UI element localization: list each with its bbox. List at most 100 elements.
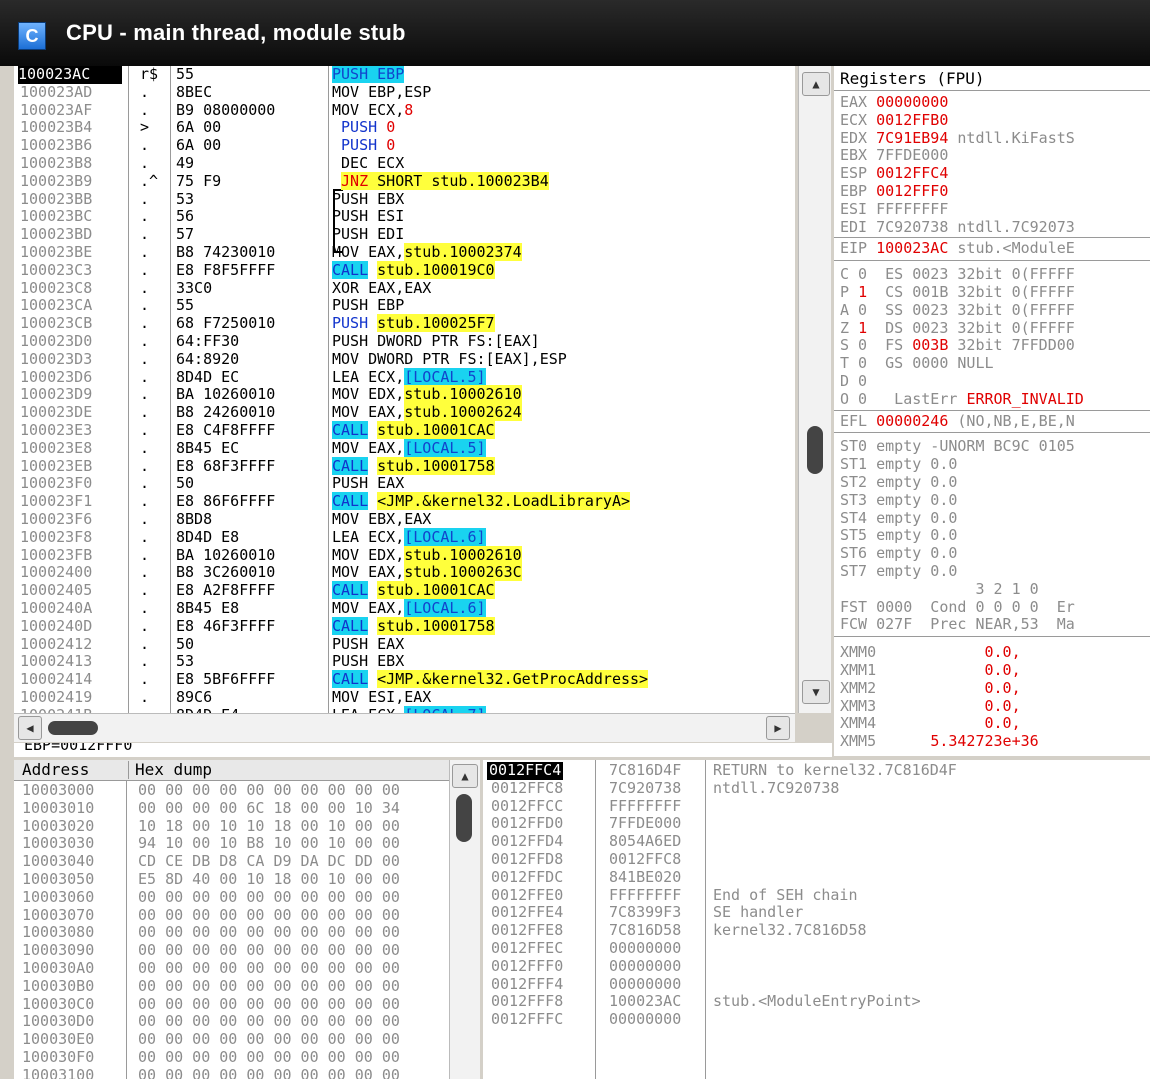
dump-scroll-thumb[interactable] xyxy=(456,794,472,842)
dump-row[interactable]: 10003090 00 00 00 00 00 00 00 00 00 00 xyxy=(14,941,449,960)
xmm-line[interactable]: XMM3 0.0, xyxy=(840,697,1021,716)
dump-row[interactable]: 100030C0 00 00 00 00 00 00 00 00 00 00 xyxy=(14,995,449,1014)
stack-row[interactable]: 0012FFDC 841BE020 xyxy=(483,868,1150,887)
disasm-row[interactable]: 100023BD. 57 PUSH EDI xyxy=(14,225,795,244)
disasm-row[interactable]: 100023F0. 50 PUSH EAX xyxy=(14,474,795,493)
fpu-line[interactable]: ST4 empty 0.0 xyxy=(840,509,957,528)
flag-line[interactable]: S 0 FS 003B 32bit 7FFDD00 xyxy=(840,336,1075,355)
register-line[interactable]: ECX 0012FFB0 xyxy=(840,111,948,130)
register-line[interactable]: EDI 7C920738 ntdll.7C92073 xyxy=(840,218,1075,237)
stack-row[interactable]: 0012FFF8 100023AC stub.<ModuleEntryPoint> xyxy=(483,993,1150,1011)
disasm-row[interactable]: 10002412. 50 PUSH EAX xyxy=(14,635,795,654)
scroll-down-arrow-icon[interactable]: ▼ xyxy=(802,680,830,704)
fpu-line[interactable]: ST3 empty 0.0 xyxy=(840,491,957,510)
dump-row[interactable]: 10003080 00 00 00 00 00 00 00 00 00 00 xyxy=(14,924,449,942)
register-line[interactable]: ESI FFFFFFFF xyxy=(840,200,948,219)
disasm-row[interactable]: 100023AC r$ 55 PUSH EBP xyxy=(14,66,795,84)
dump-row[interactable]: 100030F0 00 00 00 00 00 00 00 00 00 00 xyxy=(14,1048,449,1067)
xmm-line[interactable]: XMM5 5.342723e+36 xyxy=(840,732,1039,751)
stack-pane[interactable]: 0012FFC4 7C816D4F RETURN to kernel32.7C816… xyxy=(483,760,1150,1079)
disasm-row[interactable]: 100023B8. 49 DEC ECX xyxy=(14,154,795,173)
dump-row[interactable]: 100030D0 00 00 00 00 00 00 00 00 00 00 xyxy=(14,1013,449,1031)
stack-row[interactable]: 0012FFD0 7FFDE000 xyxy=(483,815,1150,833)
dump-vertical-scrollbar[interactable]: ▲ xyxy=(449,760,480,1079)
disasm-row[interactable]: 1000240D. E8 46F3FFFF CALL stub.10001758 xyxy=(14,616,795,636)
fpu-line[interactable]: ST1 empty 0.0 xyxy=(840,455,957,474)
disasm-row[interactable]: 100023DE. B8 24260010 MOV EAX,stub.1000262… xyxy=(14,403,795,422)
fpu-line[interactable]: ST6 empty 0.0 xyxy=(840,544,957,563)
fpu-line[interactable]: ST5 empty 0.0 xyxy=(840,526,957,545)
register-line[interactable]: EAX 00000000 xyxy=(840,93,948,112)
dump-row[interactable]: 10003040 CD CE DB D8 CA D9 DA DC DD 00 xyxy=(14,852,449,871)
stack-row[interactable]: 0012FFEC 00000000 xyxy=(483,939,1150,958)
scroll-up-arrow-icon[interactable]: ▲ xyxy=(802,72,830,96)
dump-row[interactable]: 100030A0 00 00 00 00 00 00 00 00 00 00 xyxy=(14,959,449,978)
fpu-line[interactable]: FST 0000 Cond 0 0 0 0 Er xyxy=(840,598,1075,617)
stack-row[interactable]: 0012FFCC FFFFFFFF xyxy=(483,797,1150,816)
dump-row[interactable]: 10003000 00 00 00 00 00 00 00 00 00 00 xyxy=(14,781,449,800)
disasm-row[interactable]: 10002400. B8 3C260010 MOV EAX,stub.1000263… xyxy=(14,563,795,582)
disasm-row[interactable]: 100023FB. BA 10260010 MOV EDX,stub.1000261… xyxy=(14,545,795,565)
dump-row[interactable]: 10003100 00 00 00 00 00 00 00 00 00 00 xyxy=(14,1066,449,1079)
flag-line[interactable]: D 0 xyxy=(840,372,867,391)
xmm-line[interactable]: XMM2 0.0, xyxy=(840,679,1021,698)
disasm-row[interactable]: 100023D0. 64:FF30 PUSH DWORD PTR FS:[EAX] xyxy=(14,332,795,351)
disasm-row[interactable]: 100023F8. 8D4D E8 LEA ECX,[LOCAL.6] xyxy=(14,527,795,547)
disasm-row[interactable]: 100023CB. 68 F7250010 PUSH stub.100025F7 xyxy=(14,314,795,333)
fpu-line[interactable]: FCW 027F Prec NEAR,53 Ma xyxy=(840,615,1075,634)
stack-row[interactable]: 0012FFE0 FFFFFFFF End of SEH chain xyxy=(483,886,1150,905)
register-line[interactable]: EBP 0012FFF0 xyxy=(840,182,948,201)
registers-pane[interactable]: Registers (FPU) EAX 00000000 ECX 0012FFB0… xyxy=(834,66,1150,756)
stack-row[interactable]: 0012FFE4 7C8399F3 SE handler xyxy=(483,904,1150,922)
disasm-row[interactable]: 100023D9. BA 10260010 MOV EDX,stub.1000261… xyxy=(14,385,795,404)
disasm-row[interactable]: 100023AF. B9 08000000 MOV ECX,8 xyxy=(14,101,795,120)
disasm-row[interactable]: 10002405. E8 A2F8FFFF CALL stub.10001CAC xyxy=(14,581,795,600)
stack-row[interactable]: 0012FFF4 00000000 xyxy=(483,975,1150,994)
disasm-row[interactable]: 1000240A. 8B45 E8 MOV EAX,[LOCAL.6] xyxy=(14,599,795,618)
scroll-left-arrow-icon[interactable]: ◀ xyxy=(18,716,42,740)
column-address[interactable]: Address xyxy=(22,761,89,779)
disasm-row[interactable]: 10002414. E8 5BF6FFFF CALL <JMP.&kernel32.… xyxy=(14,670,795,689)
disasm-row[interactable]: 100023D6. 8D4D EC LEA ECX,[LOCAL.5] xyxy=(14,367,795,387)
disasm-row[interactable]: 100023F6. 8BD8 MOV EBX,EAX xyxy=(14,510,795,529)
disasm-row[interactable]: 100023C3. E8 F8F5FFFF CALL stub.100019C0 xyxy=(14,260,795,280)
stack-row[interactable]: 0012FFF0 00000000 xyxy=(483,957,1150,976)
column-hex-dump[interactable]: Hex dump xyxy=(128,761,212,779)
disassembly-pane[interactable]: 100023AC r$ 55 PUSH EBP 100023AD. 8BEC MOV EBP… xyxy=(14,66,795,713)
stack-row[interactable]: 0012FFD4 8054A6ED xyxy=(483,832,1150,851)
fpu-line[interactable]: ST7 empty 0.0 xyxy=(840,562,957,581)
disasm-row[interactable]: 100023BE. B8 74230010 MOV EAX,stub.1000237… xyxy=(14,243,795,262)
efl-line[interactable]: EFL 00000246 (NO,NB,E,BE,N xyxy=(840,412,1075,431)
dump-row[interactable]: 10003070 00 00 00 00 00 00 00 00 00 00 xyxy=(14,906,449,925)
disassembly-vertical-scrollbar[interactable]: ▲ ▼ xyxy=(798,66,831,713)
flag-line[interactable]: O 0 LastErr ERROR_INVALID xyxy=(840,390,1084,409)
fpu-line[interactable]: 3 2 1 0 xyxy=(840,580,1038,599)
disassembly-horizontal-scrollbar[interactable]: ◀ ▶ xyxy=(14,713,795,742)
scroll-thumb[interactable] xyxy=(807,426,823,474)
fpu-line[interactable]: ST2 empty 0.0 xyxy=(840,473,957,492)
disasm-row[interactable]: 10002413. 53 PUSH EBX xyxy=(14,652,795,671)
disasm-row[interactable]: 100023B9 .^ 75 F9 JNZ SHORT stub.100023B4 xyxy=(14,171,795,191)
flag-line[interactable]: T 0 GS 0000 NULL xyxy=(840,354,994,373)
flag-line[interactable]: Z 1 DS 0023 32bit 0(FFFFF xyxy=(840,319,1075,338)
disasm-row[interactable]: 100023B4 >6A 00 PUSH 0 xyxy=(14,118,795,137)
disasm-row[interactable]: 100023C8. 33C0 XOR EAX,EAX xyxy=(14,279,795,298)
stack-row[interactable]: 0012FFE8 7C816D58 kernel32.7C816D58 xyxy=(483,921,1150,940)
stack-row[interactable]: 0012FFC4 7C816D4F RETURN to kernel32.7C816… xyxy=(483,761,1150,780)
disasm-row[interactable]: 100023AD. 8BEC MOV EBP,ESP xyxy=(14,83,795,102)
stack-row[interactable]: 0012FFD8 0012FFC8 xyxy=(483,850,1150,869)
stack-row[interactable]: 0012FFC8 7C920738 ntdll.7C920738 xyxy=(483,779,1150,798)
hex-dump-pane[interactable]: Address Hex dump 10003000 00 00 00 00 00 … xyxy=(14,760,449,1079)
scroll-right-arrow-icon[interactable]: ▶ xyxy=(766,716,790,740)
disasm-row[interactable]: 100023E8. 8B45 EC MOV EAX,[LOCAL.5] xyxy=(14,438,795,458)
disasm-row[interactable]: 100023F1. E8 86F6FFFF CALL <JMP.&kernel32.… xyxy=(14,492,795,511)
flag-line[interactable]: P 1 CS 001B 32bit 0(FFFFF xyxy=(840,283,1075,302)
flag-line[interactable]: A 0 SS 0023 32bit 0(FFFFF xyxy=(840,301,1075,320)
disasm-row[interactable]: 100023CA. 55 PUSH EBP xyxy=(14,296,795,315)
fpu-line[interactable]: ST0 empty -UNORM BC9C 0105 xyxy=(840,437,1075,456)
xmm-line[interactable]: XMM1 0.0, xyxy=(840,661,1021,680)
eip-line[interactable]: EIP 100023AC stub.<ModuleE xyxy=(840,239,1075,258)
disasm-row[interactable]: 100023BC. 56 PUSH ESI xyxy=(14,207,795,226)
scroll-up-arrow-icon[interactable]: ▲ xyxy=(452,764,478,788)
register-line[interactable]: EDX 7C91EB94 ntdll.KiFastS xyxy=(840,129,1075,148)
